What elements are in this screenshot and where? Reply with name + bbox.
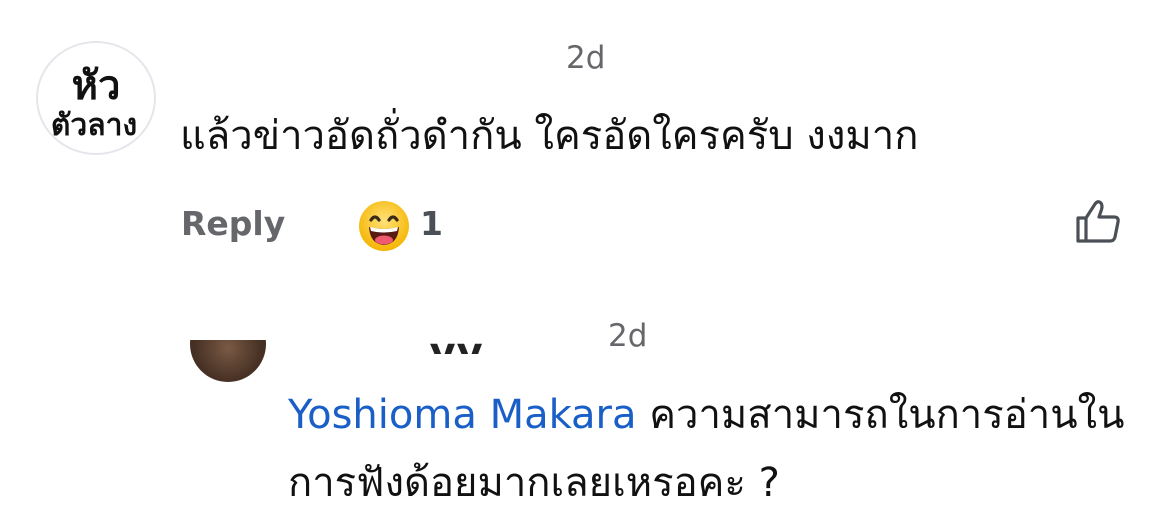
reply-comment-text: Yoshioma Makara ความสามารถในการอ่านในการ… (288, 381, 1148, 517)
comment-text: แล้วข่าวอัดถั่วดำกัน ใครอัดใครครับ งงมาก (180, 113, 919, 159)
avatar-logo-top: หัว (72, 63, 121, 109)
reaction-count: 1 (420, 204, 443, 243)
mention-link[interactable]: Yoshioma Makara (288, 392, 637, 438)
comment-timestamp: 2d (566, 40, 606, 76)
avatar-photo (190, 340, 266, 382)
page-logo-avatar-icon: หัว ตัวลาง (51, 63, 137, 143)
user-photo-avatar[interactable] (190, 340, 266, 382)
commenter-avatar[interactable]: หัว ตัวลาง (36, 41, 156, 155)
reply-timestamp: 2d (608, 318, 648, 354)
author-name-partial: ........yy .. (300, 330, 532, 354)
thumbs-up-outline-icon[interactable] (1073, 196, 1123, 246)
reply-button[interactable]: Reply (181, 204, 285, 243)
grinning-face-emoji-icon[interactable] (358, 200, 410, 252)
avatar-logo-bottom: ตัวลาง (51, 108, 137, 143)
comment-author-name[interactable]: ........yy .. (300, 326, 550, 354)
